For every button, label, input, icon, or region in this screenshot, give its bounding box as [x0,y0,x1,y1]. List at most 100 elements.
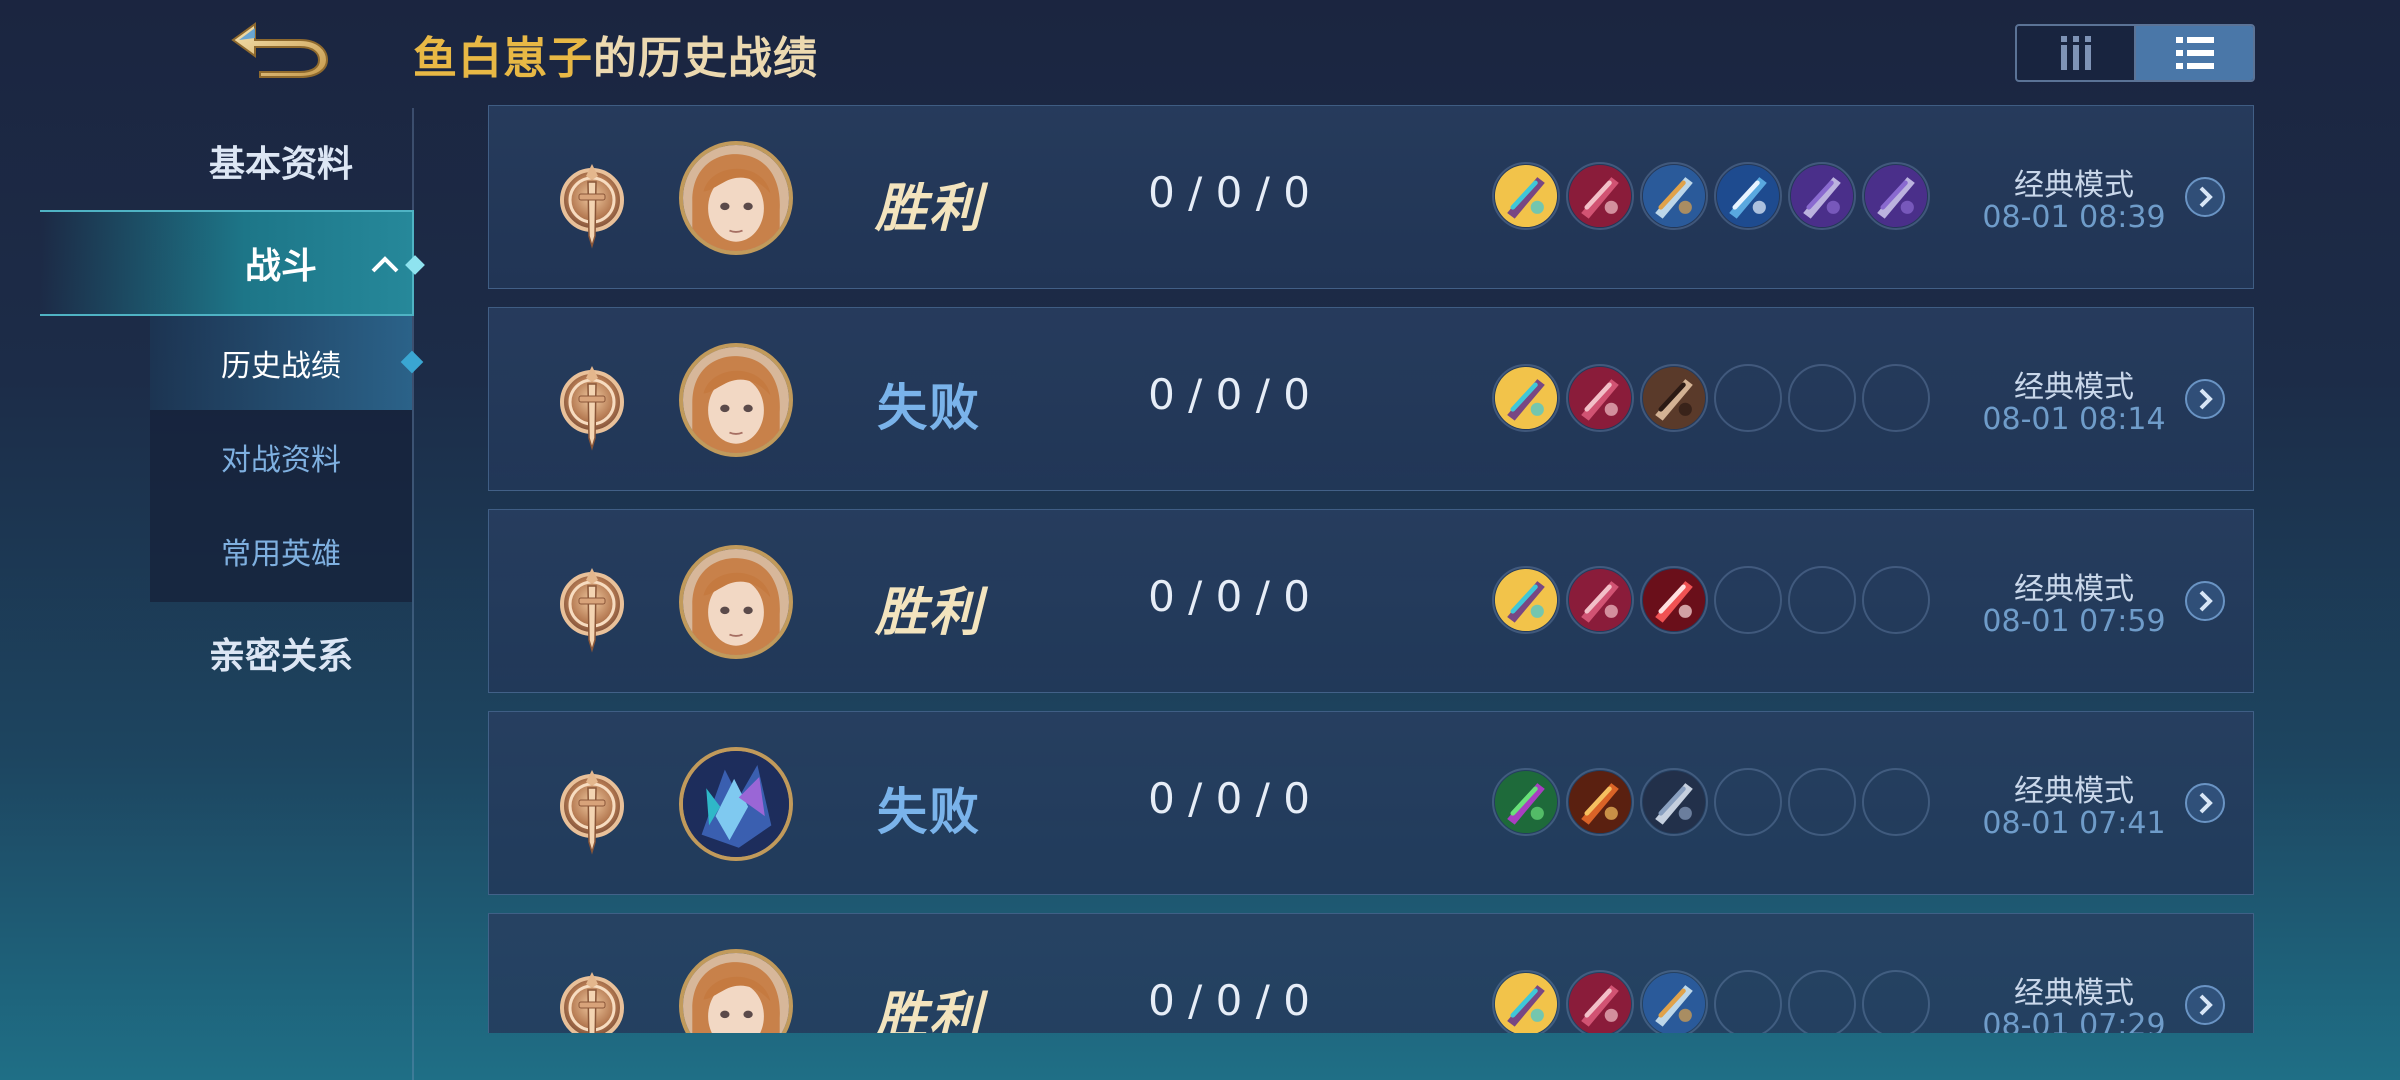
sidebar-item-history[interactable]: 历史战绩 [150,316,424,410]
match-detail-button[interactable] [2184,378,2226,420]
dagger-blue-item-icon[interactable] [1640,970,1708,1033]
nav-battle[interactable]: 战斗 [40,210,425,316]
match-result: 失败 [877,783,981,841]
chevron-up-icon [371,256,399,273]
sidebar-item-label: 常用英雄 [221,537,341,572]
empty-item-slot[interactable] [1714,970,1782,1033]
game-mode: 经典模式 [2014,572,2134,607]
kda-stat: 0 / 0 / 0 [1148,774,1310,823]
orb-red-item-icon[interactable] [1640,566,1708,634]
match-detail-button[interactable] [2184,580,2226,622]
shoe-gold-item-icon[interactable] [1492,566,1560,634]
kda-stat: 0 / 0 / 0 [1148,168,1310,217]
active-marker [400,350,424,374]
kda-stat: 0 / 0 / 0 [1148,572,1310,621]
sidebar-item-label: 对战资料 [221,443,341,478]
match-row[interactable]: 胜利 0 / 0 / 0 经典模式 08-01 07:29 [488,913,2254,1033]
empty-item-slot[interactable] [1788,970,1856,1033]
match-detail-button[interactable] [2184,984,2226,1026]
dagger-blue-item-icon[interactable] [1640,162,1708,230]
grid-view-button[interactable] [2017,26,2134,80]
kda-stat: 0 / 0 / 0 [1148,370,1310,419]
back-button[interactable] [215,10,340,80]
claw-red-item-icon[interactable] [1566,364,1634,432]
page-title: 鱼白崽子的历史战绩 [413,22,818,84]
empty-item-slot[interactable] [1788,364,1856,432]
empty-item-slot[interactable] [1862,970,1930,1033]
blade-blue-item-icon[interactable] [1714,162,1782,230]
shoe-gold-item-icon[interactable] [1492,970,1560,1033]
nav-battle-label: 战斗 [244,246,317,287]
claw-red-item-icon[interactable] [1566,566,1634,634]
nav-basic-info[interactable]: 基本资料 [150,135,412,187]
empty-item-slot[interactable] [1714,566,1782,634]
match-time: 08-01 07:59 [1982,604,2166,639]
rank-badge-icon [551,360,633,452]
rank-badge-icon [551,966,633,1033]
chevron-right-icon [2185,379,2225,419]
axe-orange-item-icon[interactable] [1566,768,1634,836]
back-arrow-icon [231,22,329,78]
game-mode: 经典模式 [2014,168,2134,203]
sidebar-item-battle-data[interactable]: 对战资料 [150,410,412,504]
hero-portrait-girl-avatar[interactable] [679,141,793,255]
empty-item-slot[interactable] [1862,566,1930,634]
match-time: 08-01 08:14 [1982,402,2166,437]
match-row[interactable]: 失败 0 / 0 / 0 经典模式 08-01 07:41 [488,711,2254,895]
claw-brown-item-icon[interactable] [1640,364,1708,432]
list-view-icon [2175,37,2214,69]
empty-item-slot[interactable] [1862,768,1930,836]
match-row[interactable]: 胜利 0 / 0 / 0 经典模式 08-01 08:39 [488,105,2254,289]
match-time: 08-01 07:29 [1982,1008,2166,1033]
player-name: 鱼白崽子 [413,33,593,84]
match-row[interactable]: 胜利 0 / 0 / 0 经典模式 08-01 07:59 [488,509,2254,693]
match-detail-button[interactable] [2184,782,2226,824]
sidebar-item-label: 历史战绩 [221,349,341,384]
title-suffix: 的历史战绩 [593,33,818,84]
match-result: 胜利 [874,582,983,643]
active-marker [405,255,425,275]
game-mode: 经典模式 [2014,370,2134,405]
wing-purple-item-icon[interactable] [1862,162,1930,230]
spear-silver-item-icon[interactable] [1640,768,1708,836]
sidebar-item-common-heroes[interactable]: 常用英雄 [150,504,412,598]
game-mode: 经典模式 [2014,976,2134,1011]
match-result: 失败 [877,379,981,437]
match-time: 08-01 07:41 [1982,806,2166,841]
match-detail-button[interactable] [2184,176,2226,218]
hero-portrait-girl-avatar[interactable] [679,949,793,1033]
list-view-button[interactable] [2134,26,2253,80]
equipment-row [1492,566,1930,634]
chevron-right-icon [2185,581,2225,621]
chevron-right-icon [2185,177,2225,217]
shoe-gold-item-icon[interactable] [1492,364,1560,432]
hero-portrait-girl-avatar[interactable] [679,343,793,457]
match-result: 胜利 [874,986,983,1033]
match-result: 胜利 [874,178,983,239]
claw-red-item-icon[interactable] [1566,970,1634,1033]
shoe-gold-item-icon[interactable] [1492,162,1560,230]
empty-item-slot[interactable] [1714,768,1782,836]
rank-badge-icon [551,158,633,250]
hero-portrait-girl-avatar[interactable] [679,545,793,659]
column-view-icon [2060,36,2091,70]
equipment-row [1492,162,1930,230]
empty-item-slot[interactable] [1714,364,1782,432]
claw-red-item-icon[interactable] [1566,162,1634,230]
view-toggle [2015,24,2255,82]
wing-purple-item-icon[interactable] [1788,162,1856,230]
empty-item-slot[interactable] [1788,566,1856,634]
empty-item-slot[interactable] [1788,768,1856,836]
hero-portrait-crystal-avatar[interactable] [679,747,793,861]
shoe-green-item-icon[interactable] [1492,768,1560,836]
match-time: 08-01 08:39 [1982,200,2166,235]
equipment-row [1492,364,1930,432]
empty-item-slot[interactable] [1862,364,1930,432]
rank-badge-icon [551,562,633,654]
match-row[interactable]: 失败 0 / 0 / 0 经典模式 08-01 08:14 [488,307,2254,491]
game-mode: 经典模式 [2014,774,2134,809]
chevron-right-icon [2185,985,2225,1025]
match-history-list[interactable]: 胜利 0 / 0 / 0 经典模式 08-01 08:39 失败 0 / 0 /… [488,105,2254,1033]
equipment-row [1492,970,1930,1033]
nav-relations[interactable]: 亲密关系 [150,627,412,679]
